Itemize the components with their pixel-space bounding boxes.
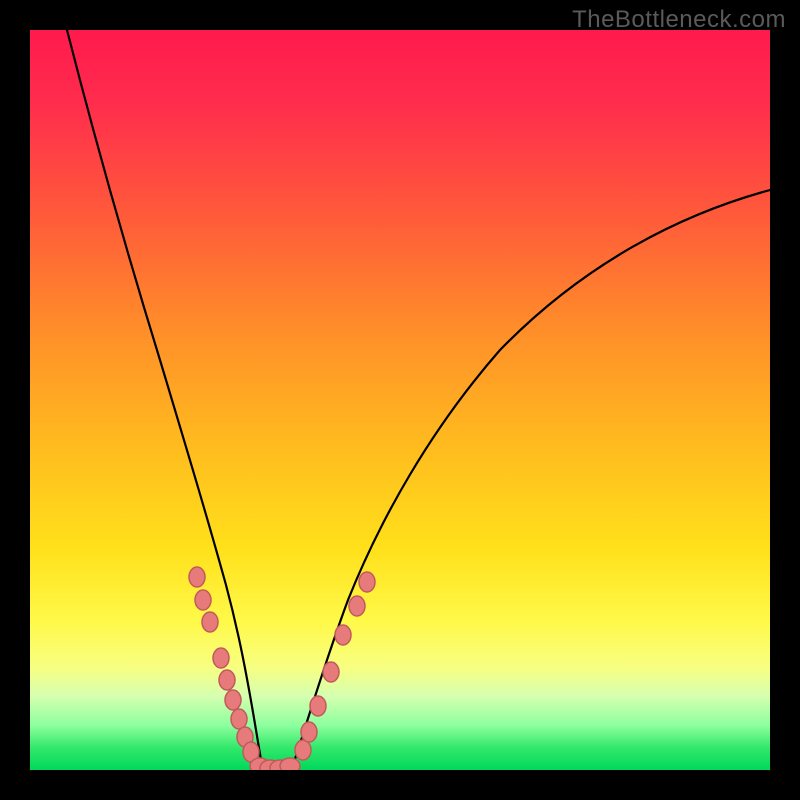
bead (231, 709, 247, 729)
chart-plot-area (30, 30, 770, 770)
bead (335, 625, 351, 645)
bead (189, 567, 205, 587)
bead (202, 612, 218, 632)
bead (280, 758, 300, 770)
watermark-text: TheBottleneck.com (572, 6, 786, 34)
curve-valley (262, 766, 292, 769)
bead (310, 696, 326, 716)
bead-group (189, 567, 375, 770)
curve-left (67, 30, 262, 766)
bead (349, 596, 365, 616)
bead (323, 662, 339, 682)
curve-right (292, 190, 770, 768)
bead (219, 670, 235, 690)
bead (260, 760, 280, 770)
bead (295, 740, 311, 760)
chart-frame: TheBottleneck.com (0, 0, 800, 800)
bead (243, 742, 259, 762)
bead (270, 760, 290, 770)
bead (195, 590, 211, 610)
bead (213, 648, 229, 668)
bead (301, 722, 317, 742)
bead (225, 690, 241, 710)
bead (237, 727, 253, 747)
bead (359, 572, 375, 592)
bead (250, 758, 270, 770)
bottleneck-curve (30, 30, 770, 770)
